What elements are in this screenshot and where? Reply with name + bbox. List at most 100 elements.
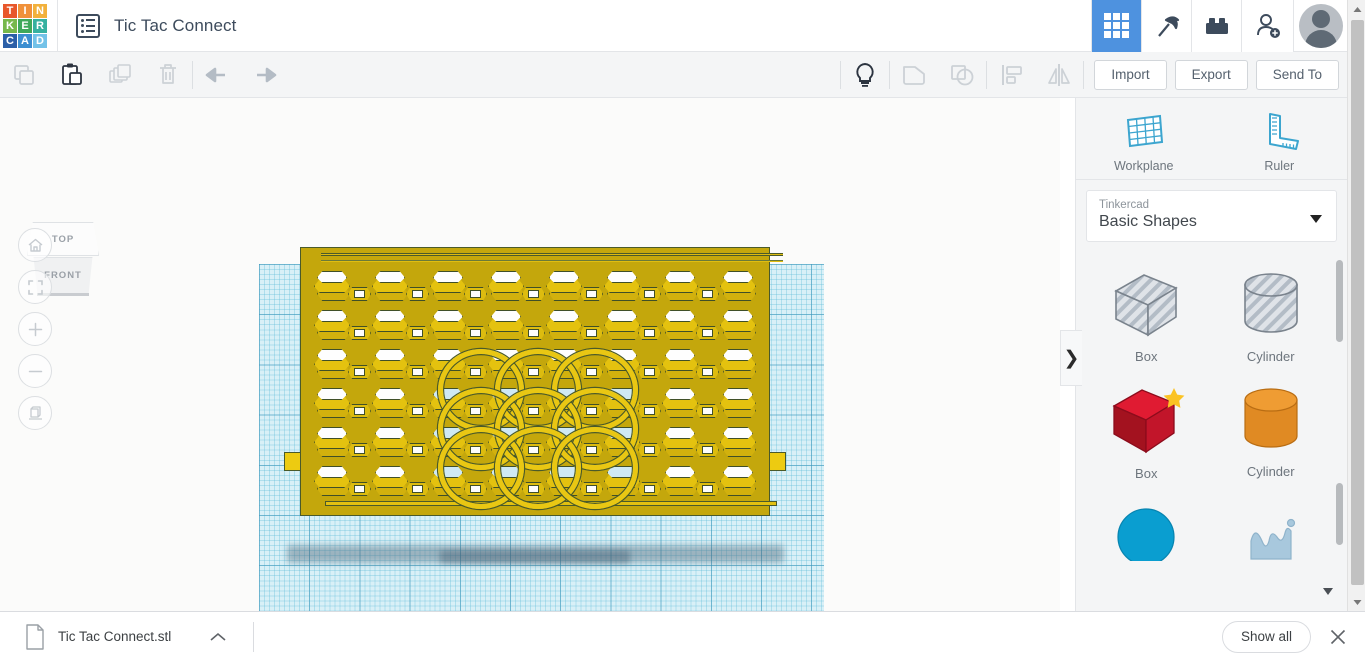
model-tic-tac-ring: [552, 427, 638, 509]
workplane-tool-label: Workplane: [1114, 159, 1174, 173]
export-button[interactable]: Export: [1175, 60, 1248, 90]
invite-user-icon[interactable]: [1241, 0, 1293, 52]
model-connector-notch: [406, 326, 429, 345]
home-view-button[interactable]: [18, 228, 52, 262]
send-to-button[interactable]: Send To: [1256, 60, 1339, 90]
library-selector[interactable]: Tinkercad Basic Shapes: [1086, 190, 1337, 242]
model-top-rail-2: [321, 260, 783, 262]
perspective-box-icon: [27, 405, 44, 422]
workplane-tool[interactable]: Workplane: [1076, 98, 1212, 179]
3d-canvas[interactable]: TOP FRONT: [0, 98, 1060, 611]
collapse-panel-button[interactable]: ❯: [1060, 330, 1082, 386]
gallery-grid-icon[interactable]: [1091, 0, 1141, 52]
model-connector-notch: [406, 482, 429, 501]
shapes-scrollbar-thumb-2[interactable]: [1336, 483, 1343, 545]
chevron-up-icon[interactable]: [209, 631, 227, 643]
codeblocks-pickaxe-icon[interactable]: [1141, 0, 1191, 52]
model-connector-notch: [638, 404, 661, 423]
model-hex-hole: [718, 388, 762, 421]
logo-tile-i: I: [18, 4, 32, 18]
scroll-down-arrow-icon[interactable]: [1348, 593, 1365, 611]
lego-brick-icon[interactable]: [1191, 0, 1241, 52]
model-connector-notch: [348, 482, 371, 501]
zoom-out-button[interactable]: [18, 354, 52, 388]
tinkercad-app: TINKERCAD Tic Tac Connect: [0, 0, 1365, 661]
shapes-scrollbar-thumb[interactable]: [1336, 260, 1343, 342]
model-connector-notch: [406, 443, 429, 462]
ruler-tool-label: Ruler: [1264, 159, 1294, 173]
model-connector-notch: [696, 404, 719, 423]
model-tic-tac-connect[interactable]: [284, 247, 786, 516]
ortho-perspective-button[interactable]: [18, 396, 52, 430]
model-connector-notch: [580, 287, 603, 306]
model-connector-notch: [464, 326, 487, 345]
model-connector-notch: [522, 287, 545, 306]
logo-tile-d: D: [33, 34, 47, 48]
model-connector-notch: [406, 287, 429, 306]
mirror-button[interactable]: [1035, 52, 1083, 98]
model-connector-notch: [638, 482, 661, 501]
model-connector-notch: [348, 326, 371, 345]
download-bar: Tic Tac Connect.stl Show all: [0, 611, 1365, 661]
model-connector-notch: [696, 365, 719, 384]
zoom-in-button[interactable]: [18, 312, 52, 346]
ruler-icon: [1258, 110, 1300, 152]
hole-cylinder-icon: [1235, 269, 1307, 341]
model-connector-notch: [696, 326, 719, 345]
model-connector-notch: [580, 326, 603, 345]
shape-label: Cylinder: [1247, 349, 1295, 364]
light-bulb-button[interactable]: [841, 52, 889, 98]
model-top-rail: [321, 253, 783, 256]
shape-row: Box Cylinder: [1084, 255, 1333, 370]
model-tab-right: [768, 452, 786, 471]
shape-item-cylinder-solid[interactable]: Cylinder: [1209, 370, 1334, 487]
ungroup-button[interactable]: [938, 52, 986, 98]
shape-label: Box: [1135, 349, 1157, 364]
close-download-bar-button[interactable]: [1325, 624, 1351, 650]
tinkercad-logo[interactable]: TINKERCAD: [3, 4, 47, 48]
group-button[interactable]: [890, 52, 938, 98]
delete-button[interactable]: [144, 52, 192, 98]
sphere-icon: [1110, 501, 1182, 561]
panel-more-chevron-down-icon[interactable]: [1323, 588, 1333, 595]
logo-tile-t: T: [3, 4, 17, 18]
download-item[interactable]: Tic Tac Connect.stl: [14, 624, 227, 650]
browser-scrollbar[interactable]: [1347, 0, 1365, 611]
file-icon: [24, 624, 46, 650]
chevron-down-icon[interactable]: [1310, 215, 1322, 223]
import-button[interactable]: Import: [1094, 60, 1166, 90]
ruler-tool[interactable]: Ruler: [1212, 98, 1348, 179]
model-hex-hole: [718, 466, 762, 499]
shape-row: Box Cylinder: [1084, 370, 1333, 487]
shape-item-sphere[interactable]: [1084, 487, 1209, 567]
align-button[interactable]: [987, 52, 1035, 98]
redo-button[interactable]: [241, 52, 289, 98]
scrollbar-thumb[interactable]: [1351, 20, 1364, 585]
scroll-up-arrow-icon[interactable]: [1348, 0, 1365, 18]
model-hex-hole: [718, 427, 762, 460]
model-connector-notch: [638, 287, 661, 306]
copy-button[interactable]: [0, 52, 48, 98]
divider: [253, 622, 254, 652]
model-connector-notch: [406, 404, 429, 423]
shape-item-cylinder-hole[interactable]: Cylinder: [1209, 255, 1334, 370]
undo-button[interactable]: [193, 52, 241, 98]
duplicate-button[interactable]: [96, 52, 144, 98]
shape-item-box-solid[interactable]: Box: [1084, 370, 1209, 487]
shapes-panel: Workplane Ruler Tinkercad Basic Shapes: [1075, 98, 1347, 611]
paste-button[interactable]: [48, 52, 96, 98]
show-all-button[interactable]: Show all: [1222, 621, 1311, 653]
model-shadow-inner: [440, 550, 630, 564]
solid-box-icon: [1106, 384, 1186, 458]
avatar[interactable]: [1293, 0, 1347, 52]
logo-tile-e: E: [18, 19, 32, 33]
shape-item-scribble[interactable]: [1209, 487, 1334, 567]
fit-view-button[interactable]: [18, 270, 52, 304]
model-hex-hole: [718, 349, 762, 382]
list-document-icon[interactable]: [76, 14, 100, 38]
model-connector-notch: [696, 443, 719, 462]
shape-item-box-hole[interactable]: Box: [1084, 255, 1209, 370]
model-connector-notch: [638, 443, 661, 462]
logo-tile-n: N: [33, 4, 47, 18]
shapes-list[interactable]: Box Cylinder: [1084, 255, 1333, 611]
